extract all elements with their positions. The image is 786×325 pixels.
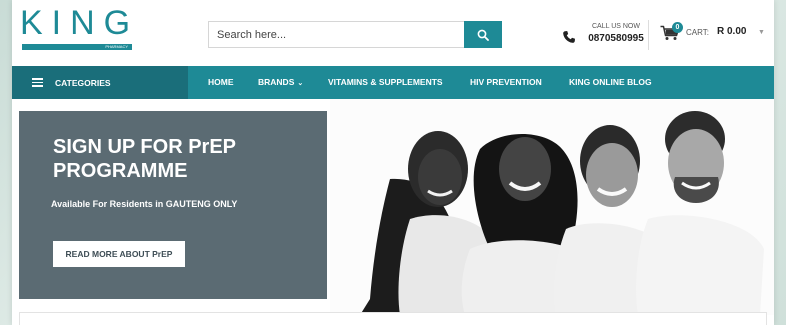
menu-icon: [32, 78, 43, 87]
site-header: KING PHARMACY CALL US NOW 0870580995: [12, 0, 774, 66]
categories-button[interactable]: CATEGORIES: [12, 66, 188, 99]
content-card: [19, 312, 767, 325]
cart-label: CART:: [686, 28, 709, 37]
main-nav: CATEGORIES HOME BRANDS ⌄ VITAMINS & SUPPL…: [12, 66, 774, 99]
chevron-down-icon: ▼: [758, 29, 765, 36]
nav-item-vitamins[interactable]: VITAMINS & SUPPLEMENTS: [328, 66, 443, 99]
search-form: [208, 21, 502, 48]
nav-item-hiv-prevention[interactable]: HIV PREVENTION: [470, 66, 542, 99]
read-more-button[interactable]: READ MORE ABOUT PrEP: [53, 241, 185, 267]
logo[interactable]: KING PHARMACY: [20, 4, 134, 52]
header-divider: [648, 20, 649, 50]
promo-subtitle: Available For Residents in GAUTENG ONLY: [51, 199, 238, 209]
cart-count-badge: 0: [672, 22, 683, 33]
promo-title: SIGN UP FOR PrEP PROGRAMME: [53, 135, 313, 183]
call-us[interactable]: CALL US NOW 0870580995: [562, 22, 662, 48]
phone-number[interactable]: 0870580995: [580, 33, 652, 44]
nav-item-brands[interactable]: BRANDS ⌄: [258, 66, 303, 99]
promo-panel: SIGN UP FOR PrEP PROGRAMME Available For…: [19, 111, 327, 299]
nav-item-label: BRANDS: [258, 77, 295, 87]
cart-button[interactable]: 0 CART: R 0.00 ▼: [660, 22, 770, 44]
nav-item-blog[interactable]: KING ONLINE BLOG: [569, 66, 652, 99]
page: KING PHARMACY CALL US NOW 0870580995: [12, 0, 774, 325]
search-input[interactable]: [208, 21, 464, 48]
promo-title-line-1: SIGN UP FOR PrEP: [53, 136, 237, 158]
logo-text: KING: [20, 4, 140, 42]
hero-photo: [330, 99, 774, 315]
chevron-down-icon: ⌄: [297, 80, 304, 87]
categories-label: CATEGORIES: [55, 77, 111, 88]
nav-item-home[interactable]: HOME: [208, 66, 234, 99]
promo-title-line-2: PROGRAMME: [53, 160, 188, 182]
people-illustration: [360, 111, 764, 315]
search-icon: [477, 29, 489, 41]
person-4: [636, 111, 764, 315]
phone-icon: [563, 31, 575, 43]
logo-tagline: PHARMACY: [105, 44, 128, 49]
search-button[interactable]: [464, 21, 502, 48]
hero-banner: SIGN UP FOR PrEP PROGRAMME Available For…: [12, 99, 774, 315]
cart-total: R 0.00: [717, 26, 747, 37]
call-label: CALL US NOW: [592, 23, 640, 30]
